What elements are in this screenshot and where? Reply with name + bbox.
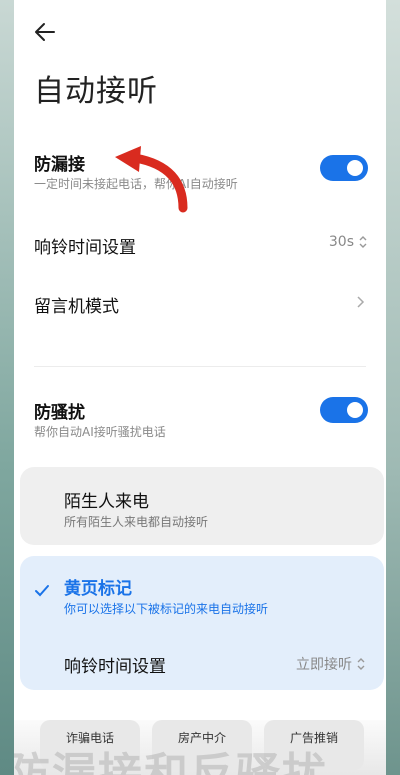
background-right: [386, 0, 400, 775]
yellow-pages-option[interactable]: 黄页标记 你可以选择以下被标记的来电自动接听 响铃时间设置 立即接听: [20, 556, 384, 690]
yellow-ring-value-text: 立即接听: [296, 657, 352, 673]
ring-time-value-text: 30s: [328, 234, 354, 250]
annotation-arrow-icon: [115, 146, 188, 213]
background-left: [0, 0, 14, 775]
anti-harass-title: 防骚扰: [34, 403, 85, 423]
yellow-pages-title: 黄页标记: [64, 579, 132, 599]
caption-watermark: 防漏接和反骚扰: [14, 749, 328, 775]
anti-miss-toggle[interactable]: [320, 155, 368, 181]
toggle-knob: [347, 402, 363, 418]
yellow-ring-value[interactable]: 立即接听: [296, 654, 366, 674]
back-arrow-icon[interactable]: [32, 20, 58, 44]
up-down-chevron-icon: [359, 236, 367, 248]
page-title: 自动接听: [34, 74, 158, 109]
stranger-call-title: 陌生人来电: [64, 492, 149, 512]
yellow-ring-label: 响铃时间设置: [64, 657, 166, 677]
stranger-call-subtitle: 所有陌生人来电都自动接听: [64, 515, 209, 529]
voicemail-label: 留言机模式: [34, 297, 119, 317]
anti-harass-toggle[interactable]: [320, 397, 368, 423]
anti-harass-subtitle: 帮你自动AI接听骚扰电话: [34, 425, 166, 439]
yellow-pages-subtitle: 你可以选择以下被标记的来电自动接听: [64, 602, 269, 616]
up-down-chevron-icon: [357, 658, 365, 670]
anti-miss-title: 防漏接: [34, 155, 85, 175]
ring-time-label: 响铃时间设置: [34, 238, 136, 258]
chevron-right-icon: [357, 296, 365, 308]
toggle-knob: [347, 160, 363, 176]
section-divider: [34, 366, 366, 367]
ring-time-value[interactable]: 30s: [329, 234, 368, 250]
check-icon: [35, 585, 49, 597]
settings-screen: 自动接听 防漏接 一定时间未接起电话，帮你AI自动接听 响铃时间设置 30s 留…: [14, 0, 386, 775]
stranger-call-option[interactable]: 陌生人来电 所有陌生人来电都自动接听: [20, 467, 384, 545]
